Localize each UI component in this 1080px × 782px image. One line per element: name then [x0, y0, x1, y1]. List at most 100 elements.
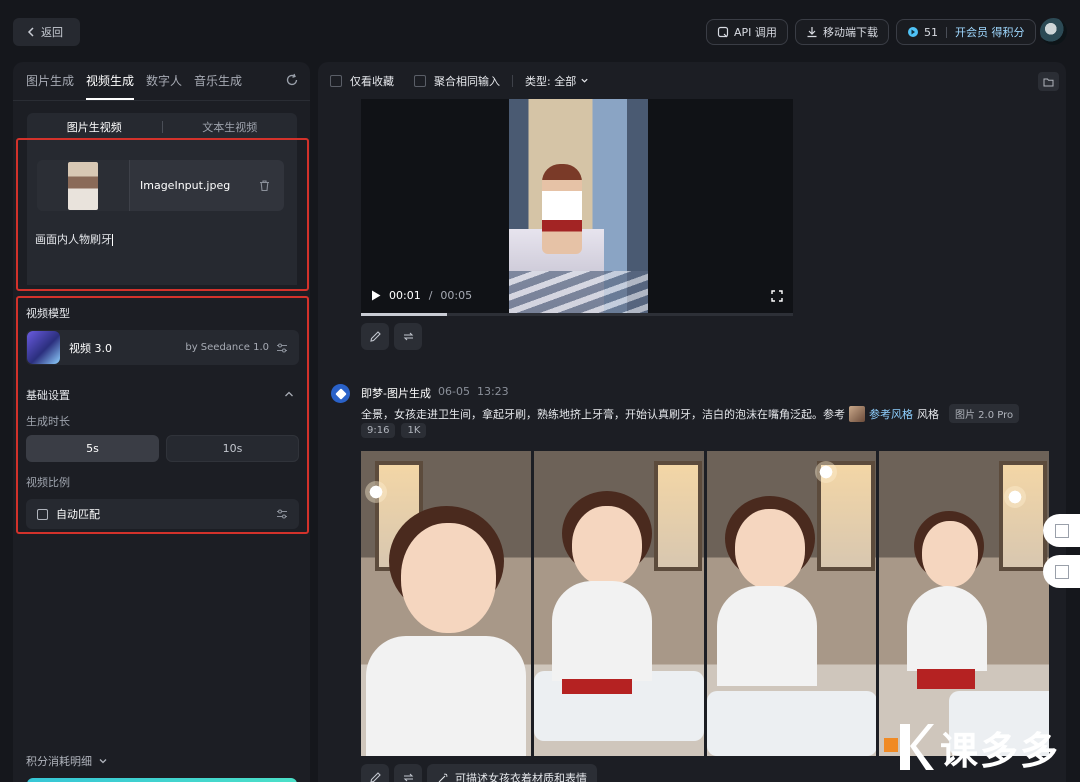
- duration-10s-button[interactable]: 10s: [166, 435, 299, 462]
- type-filter-dropdown[interactable]: 类型: 全部: [525, 73, 589, 89]
- mode-switch: 图片生视频 文本生视频: [27, 113, 297, 140]
- ratio-label: 视频比例: [26, 476, 70, 489]
- favorites-label: 仅看收藏: [350, 75, 394, 88]
- image-face-shape: [571, 506, 642, 586]
- chevron-up-icon[interactable]: [283, 388, 295, 400]
- regenerate-button[interactable]: [394, 323, 422, 350]
- left-panel: 图片生成 视频生成 数字人 音乐生成 图片生视频 文本生视频 ImageInpu…: [13, 62, 310, 782]
- floating-button-2[interactable]: [1043, 555, 1080, 588]
- play-icon[interactable]: [371, 290, 381, 301]
- video-controls: 00:01 / 00:05: [371, 289, 472, 302]
- tab-music-generation[interactable]: 音乐生成: [194, 72, 242, 100]
- video-progress-fill: [361, 313, 448, 316]
- folder-button[interactable]: [1038, 72, 1059, 91]
- gallery-image-2[interactable]: [533, 451, 704, 756]
- mobile-download-button[interactable]: 移动端下载: [795, 19, 889, 45]
- video-progress-bar[interactable]: [361, 313, 793, 316]
- generation-time: 13:23: [476, 385, 509, 398]
- image-sink-shape: [706, 691, 877, 756]
- reference-style-link[interactable]: 参考风格: [869, 406, 913, 422]
- ratio-tag: 9:16: [361, 423, 396, 438]
- chevron-left-icon: [27, 27, 34, 37]
- settings-sliders-icon[interactable]: [276, 342, 288, 354]
- refresh-icon[interactable]: [285, 73, 299, 87]
- describe-label: 可描述女孩衣着材质和表情: [455, 771, 587, 782]
- model-selector[interactable]: 视频 3.0 by Seedance 1.0: [26, 330, 299, 365]
- watermark-text: 课多多: [940, 728, 1061, 773]
- tab-video-generation[interactable]: 视频生成: [86, 72, 135, 100]
- model-tag: 图片 2.0 Pro: [949, 404, 1020, 423]
- image-window-shape: [999, 461, 1048, 571]
- current-time: 00:01: [389, 289, 421, 302]
- pencil-icon: [369, 772, 381, 782]
- avatar[interactable]: [1040, 18, 1067, 45]
- jimeng-logo-icon: [331, 384, 350, 403]
- describe-suggestion-button[interactable]: 可描述女孩衣着材质和表情: [427, 764, 597, 782]
- api-button[interactable]: API 调用: [706, 19, 788, 45]
- model-icon: [27, 331, 60, 364]
- edit-button[interactable]: [361, 764, 389, 782]
- points-count: 51: [924, 25, 938, 39]
- top-bar: 返回 API 调用 移动端下载 51 开会员 得积分: [0, 0, 1080, 62]
- model-provider: by Seedance 1.0: [185, 342, 269, 353]
- video-player[interactable]: 00:01 / 00:05: [361, 99, 793, 314]
- image-face-shape: [401, 523, 496, 633]
- image-shirt-shape: [716, 586, 817, 686]
- membership-button[interactable]: 51 开会员 得积分: [896, 19, 1036, 45]
- chevron-down-icon: [581, 78, 588, 83]
- tabs-divider: [13, 100, 310, 101]
- broken-image-icon: [1054, 564, 1069, 579]
- edit-button[interactable]: [361, 323, 389, 350]
- gallery-image-4[interactable]: [879, 451, 1049, 756]
- resolution-tag: 1K: [401, 423, 427, 438]
- image-window-shape: [653, 461, 702, 571]
- settings-sliders-icon[interactable]: [276, 508, 288, 520]
- image-skirt-shape: [917, 669, 976, 689]
- reference-thumbnail: [849, 405, 865, 422]
- gallery-image-1[interactable]: [361, 451, 531, 756]
- video-floor-shape: [509, 271, 648, 314]
- type-filter-label: 类型: 全部: [525, 75, 577, 88]
- pencil-icon: [369, 331, 381, 342]
- highlight-box-input: [16, 138, 309, 291]
- download-label: 移动端下载: [823, 26, 878, 39]
- chevron-down-icon: [99, 759, 107, 764]
- repeat-icon: [403, 773, 413, 782]
- image-light-shape: [814, 461, 837, 483]
- watermark: 课多多: [878, 718, 1060, 776]
- generation-date: 06-05: [437, 385, 470, 398]
- regenerate-button[interactable]: [394, 764, 422, 782]
- model-section-title: 视频模型: [26, 307, 70, 320]
- back-button[interactable]: 返回: [13, 18, 80, 46]
- tab-digital-human[interactable]: 数字人: [146, 72, 182, 100]
- tab-image-generation[interactable]: 图片生成: [26, 72, 74, 100]
- credits-detail-toggle[interactable]: 积分消耗明细: [26, 753, 108, 769]
- generate-button[interactable]: [27, 778, 297, 782]
- ratio-value: 自动匹配: [56, 508, 100, 521]
- mode-text-to-video[interactable]: 文本生视频: [163, 119, 298, 135]
- points-icon: [908, 27, 918, 37]
- ratio-selector[interactable]: 自动匹配: [26, 499, 299, 529]
- mode-image-to-video[interactable]: 图片生视频: [27, 119, 162, 135]
- prompt-text: 全景，女孩走进卫生间，拿起牙刷，熟练地挤上牙膏，开始认真刷牙，洁白的泡沫在嘴角泛…: [361, 407, 845, 421]
- merge-checkbox[interactable]: [414, 75, 426, 87]
- basic-settings-title: 基础设置: [26, 389, 70, 402]
- generation-tags: 9:16 1K: [361, 423, 427, 438]
- duration-5s-button[interactable]: 5s: [26, 435, 159, 462]
- image-shirt-shape: [551, 581, 652, 681]
- image-shirt-shape: [907, 586, 988, 671]
- fullscreen-icon[interactable]: [771, 290, 783, 302]
- aspect-ratio-icon: [37, 508, 48, 520]
- back-label: 返回: [41, 26, 63, 39]
- repeat-icon: [403, 332, 413, 341]
- floating-button-1[interactable]: [1043, 514, 1080, 547]
- pill-divider: [946, 26, 947, 38]
- video-girl-shape: [542, 164, 582, 254]
- filter-divider: [512, 75, 513, 87]
- gallery-image-3[interactable]: [706, 451, 877, 756]
- folder-icon: [1043, 78, 1054, 86]
- favorites-checkbox[interactable]: [330, 75, 342, 87]
- video-frame: [509, 99, 648, 314]
- image-gallery: [361, 451, 1049, 756]
- image-shirt-shape: [366, 636, 526, 756]
